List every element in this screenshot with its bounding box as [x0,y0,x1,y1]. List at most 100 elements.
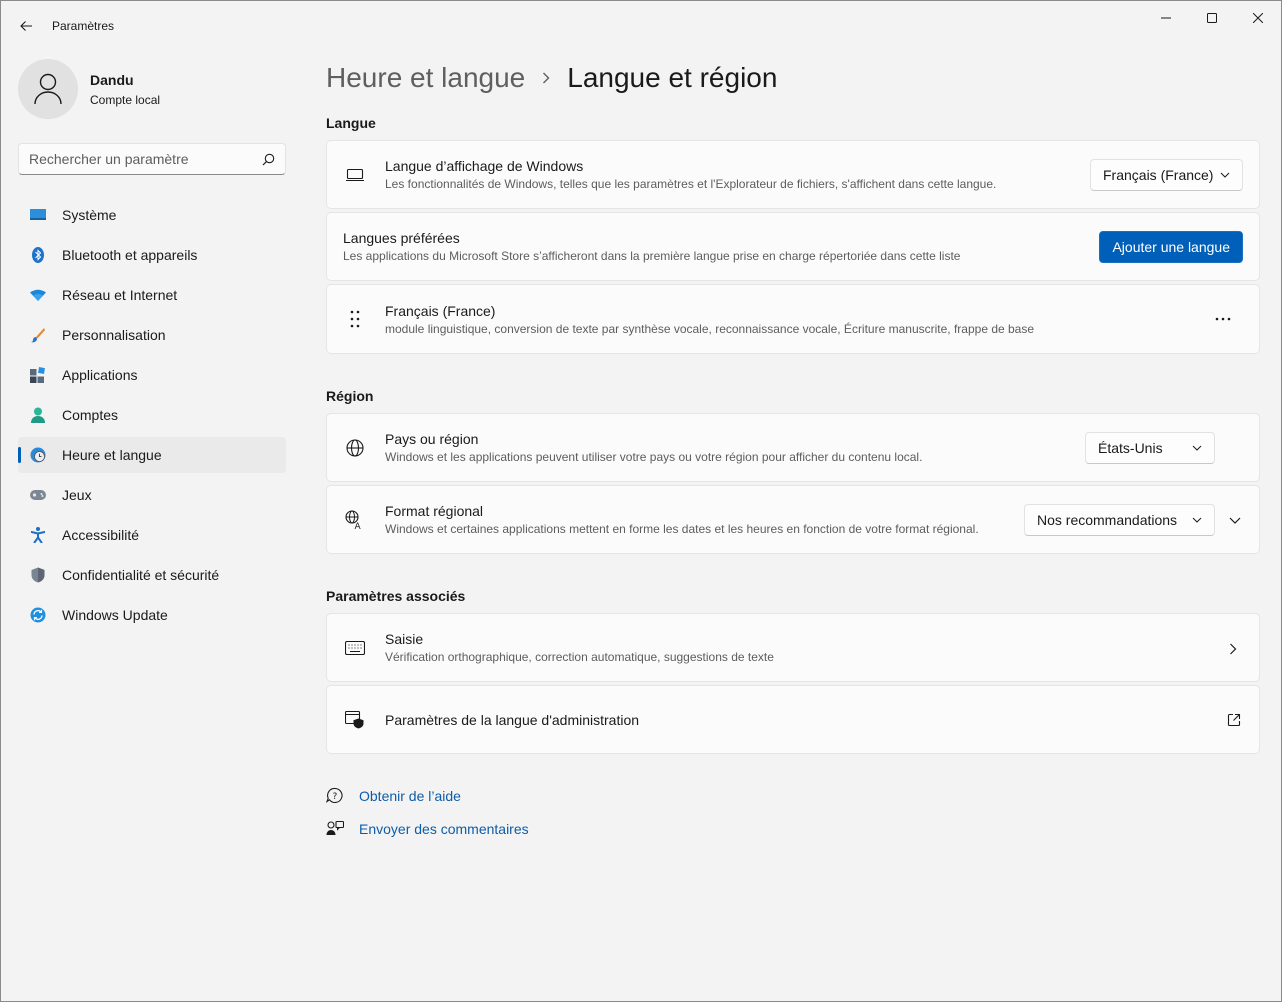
search-box [18,143,286,175]
close-icon [1253,13,1263,23]
typing-card[interactable]: Saisie Vérification orthographique, corr… [326,613,1260,682]
installed-language-title: Français (France) [385,302,496,319]
regional-format-dropdown[interactable]: Nos recommandations [1024,503,1215,536]
close-button[interactable] [1235,1,1281,35]
add-language-button[interactable]: Ajouter une langue [1099,230,1243,263]
sidebar-item-label: Bluetooth et appareils [62,247,198,263]
chevron-right-icon [1229,642,1237,660]
display-language-value: Français (France) [1103,166,1214,183]
back-button[interactable] [13,13,39,39]
profile-account-type: Compte local [90,92,161,107]
get-help-label: Obtenir de l’aide [359,788,461,804]
page-title: Langue et région [567,62,778,93]
section-title-region: Région [326,388,374,404]
sidebar-item-label: Applications [62,367,138,383]
admin-language-title: Paramètres de la langue d'administration [385,711,640,728]
sidebar-item-label: Heure et langue [62,447,162,463]
help-chat-icon: ? [326,787,344,805]
drag-handle-icon[interactable] [345,309,365,329]
update-icon [30,607,46,623]
window-controls [1143,1,1281,35]
more-icon [1215,317,1231,321]
breadcrumb-parent[interactable]: Heure et langue [326,62,525,94]
sidebar-item-apps[interactable]: Applications [18,357,286,393]
sidebar-item-label: Système [62,207,117,223]
sidebar-item-label: Comptes [62,407,119,423]
sidebar-item-gaming[interactable]: Jeux [18,477,286,513]
apps-icon [30,367,46,383]
chevron-right-icon [541,71,551,85]
account-icon [30,407,46,423]
country-region-description: Windows et les applications peuvent util… [385,450,923,464]
title-bar: Paramètres [1,1,1281,51]
admin-language-card[interactable]: Paramètres de la langue d'administration [326,685,1260,754]
typing-description: Vérification orthographique, correction … [385,650,774,664]
typing-title: Saisie [385,631,424,647]
user-profile[interactable]: Dandu Compte local [18,59,160,119]
sidebar-item-personalization[interactable]: Personnalisation [18,317,286,353]
time-language-icon [30,447,46,463]
regional-format-description: Windows et certaines applications metten… [385,522,979,536]
external-link-icon [1227,713,1241,732]
sidebar-item-label: Personnalisation [62,327,166,343]
sidebar-item-label: Accessibilité [62,527,140,543]
monitor-icon [345,165,365,185]
feedback-link[interactable]: Envoyer des commentaires [326,820,529,838]
avatar [18,59,78,119]
keyboard-icon [345,638,365,658]
regional-format-value: Nos recommandations [1037,511,1178,528]
chevron-down-icon [1192,517,1202,523]
profile-name: Dandu [90,71,134,88]
sidebar-item-accounts[interactable]: Comptes [18,397,286,433]
expand-regional-format-button[interactable] [1221,506,1249,534]
display-language-title: Langue d’affichage de Windows [385,158,584,174]
svg-text:?: ? [333,792,338,802]
search-input[interactable] [29,151,262,167]
sidebar-item-network[interactable]: Réseau et Internet [18,277,286,313]
chevron-down-icon [1220,172,1230,178]
sidebar-item-system[interactable]: Système [18,197,286,233]
regional-format-title: Format régional [385,503,484,519]
minimize-icon [1161,17,1171,19]
installed-language-description: module linguistique, conversion de texte… [385,321,1035,336]
display-language-card: Langue d’affichage de Windows Les foncti… [326,140,1260,209]
person-icon [34,73,62,105]
regional-format-card: A Format régional Windows et certaines a… [326,485,1260,554]
chevron-down-icon [1229,517,1241,524]
preferred-languages-title: Langues préférées [343,230,460,246]
sidebar-item-bluetooth[interactable]: Bluetooth et appareils [18,237,286,273]
breadcrumb: Heure et langue Langue et région [326,59,777,97]
globe-icon [345,438,365,458]
sidebar-item-time-language[interactable]: Heure et langue [18,437,286,473]
more-options-button[interactable] [1209,305,1237,333]
admin-shield-icon [345,710,365,730]
minimize-button[interactable] [1143,1,1189,35]
svg-text:A: A [355,522,362,530]
system-icon [30,207,46,223]
sidebar-item-privacy[interactable]: Confidentialité et sécurité [18,557,286,593]
brush-icon [30,327,46,343]
sidebar-item-windows-update[interactable]: Windows Update [18,597,286,633]
country-region-title: Pays ou région [385,431,479,447]
sidebar-item-label: Réseau et Internet [62,287,178,303]
settings-window: Paramètres Dandu Compte local Rechercher… [0,0,1282,1002]
display-language-description: Les fonctionnalités de Windows, telles q… [385,177,997,191]
back-arrow-icon [20,21,32,31]
search-icon[interactable] [262,153,275,166]
get-help-link[interactable]: ? Obtenir de l’aide [326,787,461,805]
maximize-button[interactable] [1189,1,1235,35]
country-dropdown[interactable]: États-Unis [1085,431,1215,464]
feedback-label: Envoyer des commentaires [359,821,529,837]
section-title-language: Langue [326,115,376,131]
regional-format-icon: A [345,509,365,530]
sidebar-nav: Système Bluetooth et appareils Réseau et… [18,197,286,637]
installed-language-card[interactable]: Français (France) module linguistique, c… [326,284,1260,354]
display-language-dropdown[interactable]: Français (France) [1090,158,1243,191]
country-region-card: Pays ou région Windows et les applicatio… [326,413,1260,482]
section-title-related: Paramètres associés [326,588,466,604]
app-title: Paramètres [52,19,115,33]
accessibility-icon [30,527,46,543]
gamepad-icon [30,487,46,503]
sidebar-item-label: Confidentialité et sécurité [62,567,220,583]
sidebar-item-accessibility[interactable]: Accessibilité [18,517,286,553]
